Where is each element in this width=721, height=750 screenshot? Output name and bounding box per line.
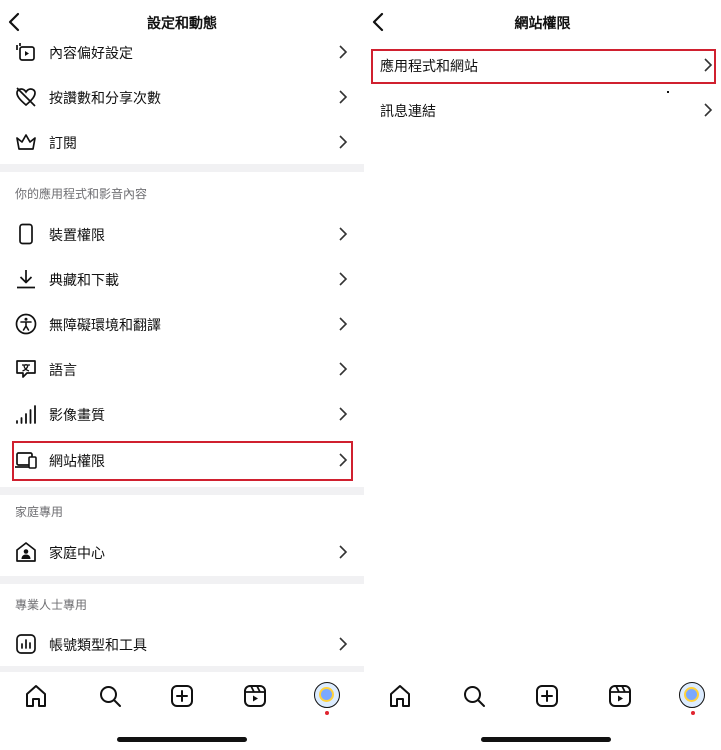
tab-bar bbox=[364, 672, 721, 722]
section-divider bbox=[0, 164, 364, 172]
chevron-right-icon bbox=[339, 272, 348, 286]
settings-item-content-preferences[interactable]: 內容偏好設定 bbox=[0, 32, 364, 72]
settings-item-label: 無障礙環境和翻譯 bbox=[49, 318, 161, 334]
phone-icon bbox=[19, 223, 33, 245]
settings-item-archive-download[interactable]: 典藏和下載 bbox=[0, 259, 364, 299]
family-home-icon bbox=[16, 542, 36, 562]
signal-bars-icon bbox=[16, 405, 36, 424]
search-icon[interactable] bbox=[96, 682, 124, 710]
create-icon[interactable] bbox=[533, 682, 561, 710]
crown-icon bbox=[16, 134, 36, 150]
settings-item-language[interactable]: 語言 bbox=[0, 349, 364, 389]
create-icon[interactable] bbox=[168, 682, 196, 710]
permission-item-message-links[interactable]: 訊息連結 bbox=[364, 90, 721, 130]
section-title-apps: 你的應用程式和影音內容 bbox=[15, 187, 148, 201]
section-title-pro: 專業人士專用 bbox=[15, 598, 88, 612]
chevron-right-icon bbox=[339, 135, 348, 149]
settings-item-device-permissions[interactable]: 裝置權限 bbox=[0, 214, 364, 254]
settings-item-account-tools[interactable]: 帳號類型和工具 bbox=[0, 624, 364, 664]
settings-item-label: 語言 bbox=[49, 363, 77, 379]
header: 網站權限 bbox=[364, 0, 721, 44]
chevron-right-icon bbox=[339, 407, 348, 421]
chevron-right-icon bbox=[339, 362, 348, 376]
notification-dot bbox=[691, 711, 695, 715]
reels-icon[interactable] bbox=[606, 682, 634, 710]
settings-item-label: 家庭中心 bbox=[49, 546, 105, 562]
language-icon bbox=[16, 360, 36, 378]
settings-item-label: 裝置權限 bbox=[49, 228, 105, 244]
settings-item-label: 影像畫質 bbox=[49, 408, 105, 424]
heart-off-icon bbox=[16, 87, 36, 107]
page-title: 網站權限 bbox=[514, 16, 571, 32]
chevron-right-icon bbox=[339, 317, 348, 331]
settings-item-label: 訂閱 bbox=[49, 136, 77, 152]
home-icon[interactable] bbox=[386, 682, 414, 710]
settings-item-label: 典藏和下載 bbox=[49, 273, 119, 289]
tab-bar bbox=[0, 672, 364, 722]
search-icon[interactable] bbox=[460, 682, 488, 710]
chart-icon bbox=[16, 634, 36, 654]
notification-dot bbox=[325, 711, 329, 715]
chevron-right-icon bbox=[339, 227, 348, 241]
settings-item-label: 按讚數和分享次數 bbox=[49, 91, 161, 107]
profile-avatar[interactable] bbox=[314, 682, 342, 710]
chevron-right-icon bbox=[339, 90, 348, 104]
download-icon bbox=[17, 270, 35, 289]
chevron-right-icon bbox=[339, 637, 348, 651]
page-title: 設定和動態 bbox=[147, 16, 217, 32]
content-preferences-icon bbox=[16, 43, 35, 61]
chevron-right-icon bbox=[339, 45, 348, 59]
chevron-right-icon bbox=[339, 545, 348, 559]
website-permissions-panel: 網站權限 應用程式和網站 訊息連結 bbox=[364, 0, 721, 750]
section-divider bbox=[0, 576, 364, 584]
permission-item-label: 訊息連結 bbox=[380, 104, 436, 120]
settings-item-label: 帳號類型和工具 bbox=[49, 638, 147, 654]
settings-item-label: 內容偏好設定 bbox=[49, 46, 133, 62]
section-divider bbox=[0, 487, 364, 495]
home-indicator bbox=[481, 737, 611, 742]
home-indicator bbox=[117, 737, 247, 742]
highlight-box bbox=[12, 441, 353, 481]
highlight-box bbox=[371, 49, 716, 84]
accessibility-icon bbox=[15, 313, 37, 335]
settings-item-accessibility[interactable]: 無障礙環境和翻譯 bbox=[0, 304, 364, 344]
settings-item-media-quality[interactable]: 影像畫質 bbox=[0, 394, 364, 434]
settings-panel: 設定和動態 內容偏好設定 按讚數和分享次數 訂閱 你的應用程式和影音內容 裝置權… bbox=[0, 0, 364, 750]
profile-avatar[interactable] bbox=[679, 682, 707, 710]
chevron-right-icon bbox=[704, 103, 713, 117]
home-icon[interactable] bbox=[22, 682, 50, 710]
settings-item-likes-shares[interactable]: 按讚數和分享次數 bbox=[0, 77, 364, 117]
section-title-family: 家庭專用 bbox=[15, 505, 64, 519]
reels-icon[interactable] bbox=[241, 682, 269, 710]
settings-item-family-center[interactable]: 家庭中心 bbox=[0, 532, 364, 572]
settings-item-subscriptions[interactable]: 訂閱 bbox=[0, 122, 364, 162]
